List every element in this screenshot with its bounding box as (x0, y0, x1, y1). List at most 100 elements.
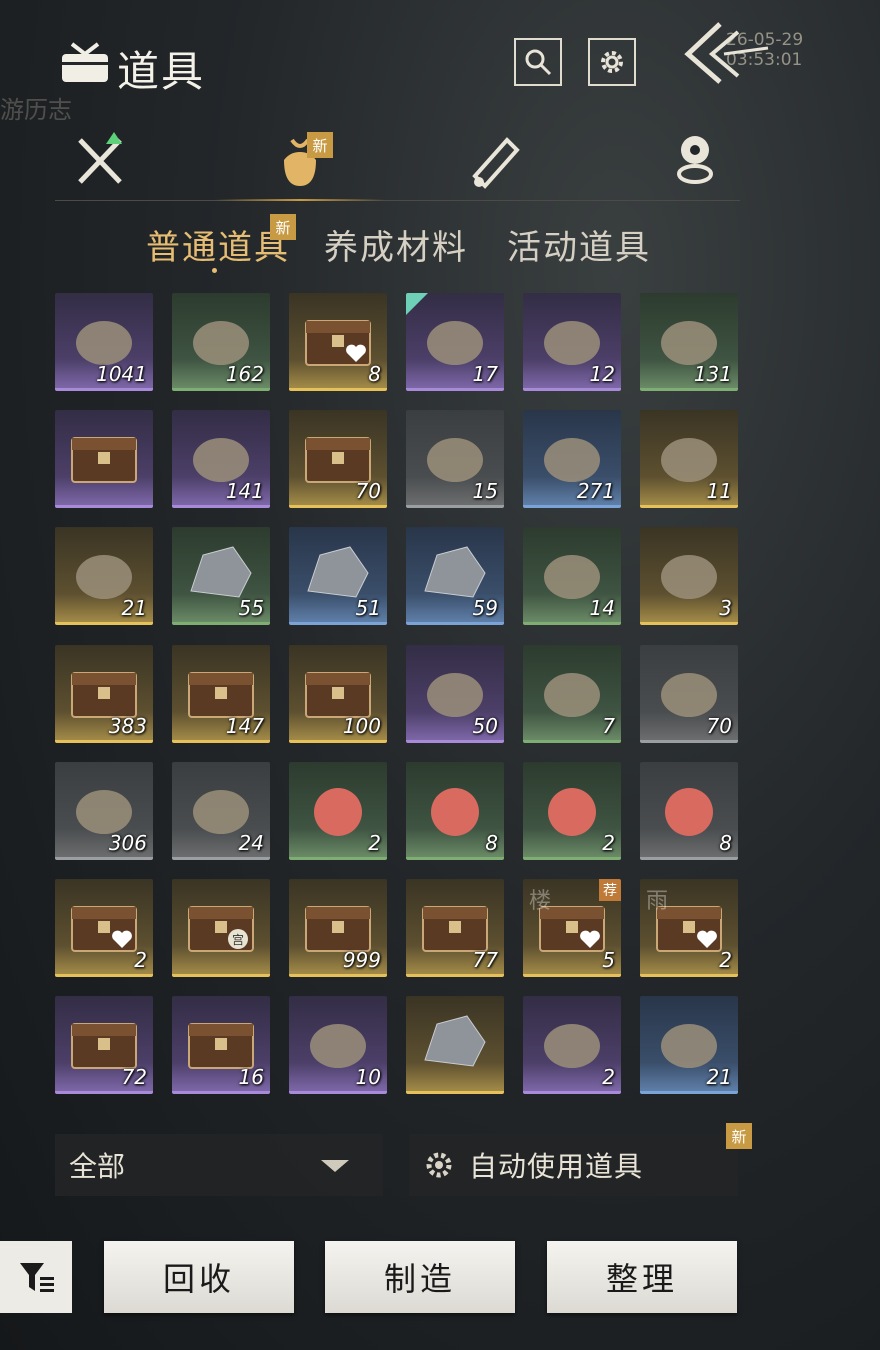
item-slot[interactable]: 14 (523, 527, 621, 626)
item-slot[interactable]: 70 (640, 644, 738, 743)
item-slot[interactable]: 楼 荐 5 (523, 879, 621, 977)
item-count: 24 (238, 830, 264, 855)
item-count: 70 (355, 479, 381, 504)
item-slot[interactable]: 141 (172, 410, 270, 509)
item-count: 383 (108, 713, 147, 738)
item-slot[interactable]: 3 (640, 527, 738, 626)
filter-icon (20, 1263, 54, 1292)
item-count: 8 (368, 362, 381, 386)
item-slot[interactable]: 2 (523, 761, 621, 860)
item-slot[interactable]: 147 (172, 644, 270, 743)
heart-icon (346, 344, 366, 362)
item-slot[interactable]: 383 (55, 644, 153, 743)
tab-equipment[interactable] (55, 120, 145, 200)
item-slot[interactable]: 12 (523, 293, 621, 391)
item-slot[interactable]: 50 (406, 644, 504, 743)
item-count: 162 (225, 362, 264, 386)
category-tabs: 新 (55, 120, 740, 201)
item-watermark: 楼 (529, 889, 552, 914)
item-slot[interactable]: 72 (55, 996, 153, 1095)
item-slot[interactable]: 162 (172, 293, 270, 391)
scroll-icon (472, 137, 520, 189)
sort-button[interactable]: 整理 (547, 1241, 737, 1313)
item-slot[interactable]: 55 (172, 527, 270, 626)
craft-button[interactable]: 制造 (325, 1241, 515, 1313)
item-slot[interactable]: 2 (523, 996, 621, 1095)
subtab-normal-items[interactable]: 普通道具 (146, 220, 290, 269)
item-count: 1041 (96, 362, 147, 386)
settings-button[interactable] (588, 38, 636, 86)
item-slot[interactable]: 131 (640, 293, 738, 391)
item-slot[interactable]: 999 (289, 879, 387, 977)
item-slot[interactable]: 宫 (172, 879, 270, 977)
item-count: 2 (602, 830, 615, 855)
item-count: 999 (342, 948, 381, 972)
recommend-badge: 荐 (599, 879, 621, 901)
item-slot[interactable]: 1041 (55, 293, 153, 391)
item-slot[interactable]: 8 (640, 761, 738, 860)
item-slot[interactable] (406, 996, 504, 1095)
item-slot[interactable]: 17 (406, 293, 504, 391)
item-count: 16 (238, 1065, 264, 1090)
back-icon[interactable] (680, 18, 770, 88)
chevron-down-icon (321, 1160, 349, 1172)
gear-icon (426, 1152, 452, 1178)
status-corner (406, 293, 428, 315)
subtab-event-items[interactable]: 活动道具 (507, 220, 651, 269)
item-count: 77 (472, 948, 498, 972)
item-slot[interactable]: 21 (55, 527, 153, 626)
item-slot[interactable]: 2 (289, 761, 387, 860)
new-badge: 新 (307, 132, 333, 158)
item-slot[interactable]: 15 (406, 410, 504, 509)
item-count: 100 (342, 713, 381, 738)
item-count: 55 (238, 596, 264, 621)
item-count: 14 (589, 596, 615, 621)
item-count: 51 (355, 596, 381, 621)
item-count: 72 (121, 1065, 147, 1090)
subtab-materials[interactable]: 养成材料 (324, 220, 468, 269)
filter-dropdown[interactable]: 全部 (55, 1134, 383, 1196)
auto-use-button[interactable]: 自动使用道具 (409, 1134, 738, 1196)
item-count: 2 (134, 948, 147, 972)
item-slot[interactable]: 24 (172, 761, 270, 860)
page-title: 道具 (117, 47, 206, 96)
item-slot[interactable]: 21 (640, 996, 738, 1095)
item-slot[interactable]: 7 (523, 644, 621, 743)
tab-pin[interactable] (650, 120, 740, 200)
item-slot[interactable]: 雨2 (640, 879, 738, 977)
tab-scroll[interactable] (450, 120, 540, 200)
heart-icon (112, 930, 132, 948)
item-count: 3 (719, 596, 732, 621)
item-count: 70 (706, 713, 732, 738)
item-slot[interactable]: 11 (640, 410, 738, 509)
item-slot[interactable]: 2 (55, 879, 153, 977)
filter-sort-button[interactable] (0, 1241, 72, 1313)
item-slot[interactable]: 8 (289, 293, 387, 391)
item-slot[interactable]: 271 (523, 410, 621, 509)
new-badge: 新 (270, 214, 296, 240)
item-count: 10 (355, 1065, 381, 1090)
item-count: 2 (602, 1065, 615, 1090)
bag-title-icon (62, 42, 108, 82)
item-watermark: 雨 (646, 889, 669, 914)
item-slot[interactable] (55, 410, 153, 509)
item-count: 21 (121, 596, 147, 621)
item-slot[interactable]: 8 (406, 761, 504, 860)
item-slot[interactable]: 77 (406, 879, 504, 977)
item-slot[interactable]: 10 (289, 996, 387, 1095)
auto-use-label: 自动使用道具 (469, 1150, 644, 1183)
item-slot[interactable]: 59 (406, 527, 504, 626)
item-slot[interactable]: 16 (172, 996, 270, 1095)
search-button[interactable] (514, 38, 562, 86)
tab-items[interactable]: 新 (215, 120, 385, 201)
item-slot[interactable]: 51 (289, 527, 387, 626)
item-count: 2 (719, 948, 732, 972)
item-slot[interactable]: 100 (289, 644, 387, 743)
search-icon (525, 49, 552, 76)
item-count: 12 (589, 362, 615, 386)
active-dot (212, 268, 217, 273)
item-slot[interactable]: 306 (55, 761, 153, 860)
recycle-button[interactable]: 回收 (104, 1241, 294, 1313)
item-slot[interactable]: 70 (289, 410, 387, 509)
item-count: 306 (108, 830, 147, 855)
